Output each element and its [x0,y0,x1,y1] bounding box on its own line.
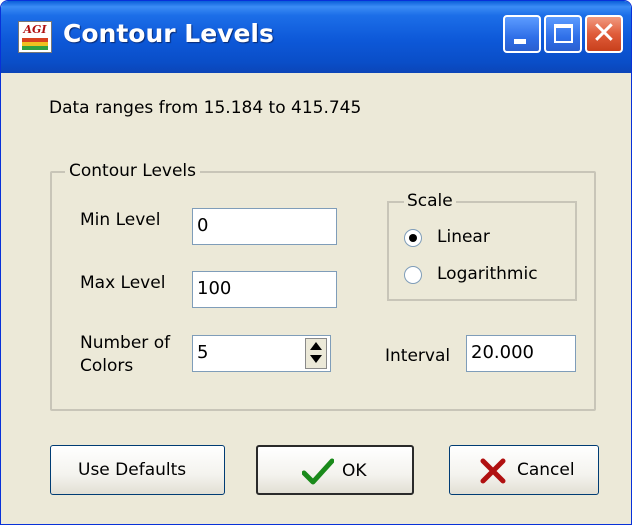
ok-label: OK [342,461,367,481]
app-icon-label: AGI [23,23,47,36]
app-icon[interactable]: AGI [18,21,52,53]
min-level-label: Min Level [80,210,161,230]
scale-group [387,201,577,301]
title-bar[interactable]: AGI Contour Levels ✕ [1,1,631,73]
checkmark-icon [302,458,334,485]
spin-up-icon[interactable] [310,342,322,350]
scale-group-label: Scale [404,191,456,211]
minimize-icon [514,39,526,44]
use-defaults-label: Use Defaults [78,460,187,480]
close-icon: ✕ [591,16,617,51]
linear-radio[interactable] [404,229,422,247]
max-level-label: Max Level [80,273,166,293]
use-defaults-button[interactable]: Use Defaults [50,445,225,495]
interval-label: Interval [385,346,451,366]
maximize-button[interactable] [544,15,582,53]
cancel-x-icon [480,458,506,484]
logarithmic-radio-label[interactable]: Logarithmic [437,264,538,285]
window-title: Contour Levels [63,19,274,48]
minimize-button[interactable] [503,15,541,53]
number-of-colors-label-line2: Colors [80,356,134,376]
ok-button[interactable]: OK [256,445,414,495]
logarithmic-radio[interactable] [404,266,422,284]
cancel-button[interactable]: Cancel [449,445,599,495]
dialog-window: AGI Contour Levels ✕ Data ranges from 15… [0,0,632,525]
number-of-colors-label-line1: Number of [80,333,171,353]
min-level-input[interactable]: 0 [192,208,337,245]
data-range-text: Data ranges from 15.184 to 415.745 [49,98,362,118]
interval-input[interactable]: 20.000 [466,335,576,372]
spin-down-icon[interactable] [310,355,322,363]
cancel-label: Cancel [517,460,575,480]
radio-selected-dot [409,234,417,242]
contour-levels-group-label: Contour Levels [65,161,201,181]
maximize-icon [554,24,573,43]
colors-spinner[interactable] [305,338,327,369]
linear-radio-label[interactable]: Linear [437,227,490,248]
close-button[interactable]: ✕ [585,15,623,53]
max-level-input[interactable]: 100 [192,271,337,308]
